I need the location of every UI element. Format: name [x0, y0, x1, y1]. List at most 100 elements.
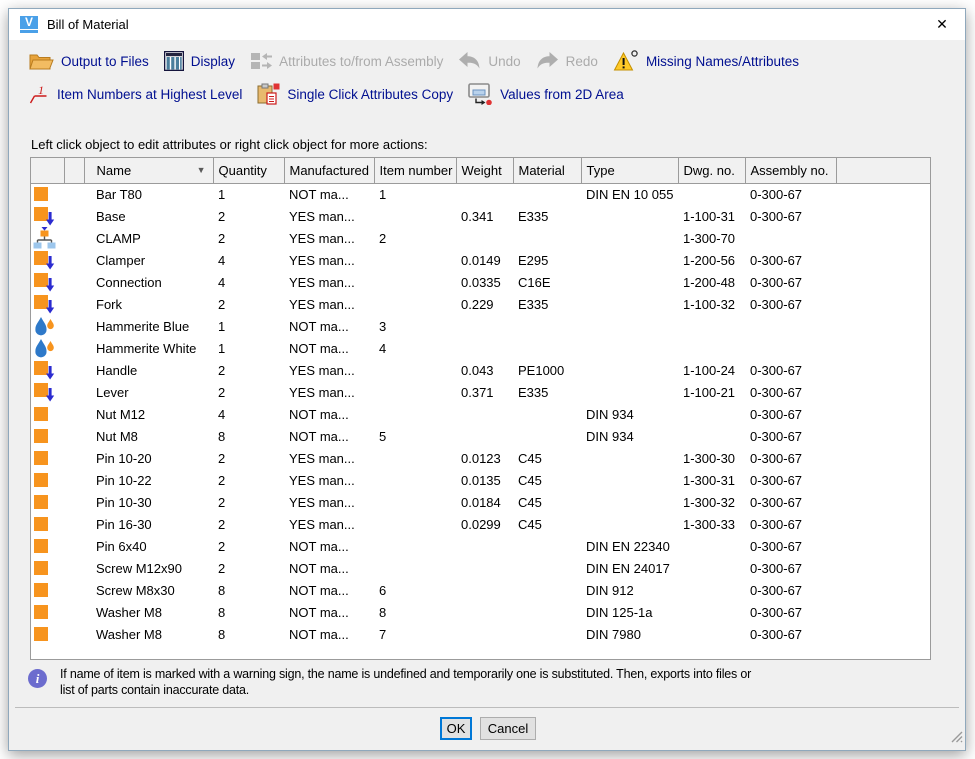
header-name[interactable]: Name ▼ — [84, 158, 213, 183]
values-from-2d-area-button[interactable]: Values from 2D Area — [468, 83, 624, 105]
cell-material — [513, 535, 581, 557]
table-row[interactable]: Connection 4 YES man... 0.0335 C16E 1-20… — [31, 271, 930, 293]
resize-grip[interactable] — [950, 730, 963, 748]
cell-name: Nut M12 — [84, 403, 213, 425]
cell-type: DIN 934 — [581, 425, 678, 447]
cell-trailing — [836, 601, 930, 623]
header-dwg-no[interactable]: Dwg. no. — [678, 158, 745, 183]
cell-manufactured: YES man... — [284, 469, 374, 491]
cell-material — [513, 315, 581, 337]
table-row[interactable]: Pin 6x40 2 NOT ma... DIN EN 22340 0-300-… — [31, 535, 930, 557]
table-row[interactable]: CLAMP 2 YES man... 2 1-300-70 — [31, 227, 930, 249]
cell-assembly-no: 0-300-67 — [745, 271, 836, 293]
cell-spacer — [64, 469, 84, 491]
table-row[interactable]: Washer M8 8 NOT ma... 7 DIN 7980 0-300-6… — [31, 623, 930, 645]
table-row[interactable]: Pin 10-20 2 YES man... 0.0123 C45 1-300-… — [31, 447, 930, 469]
header-icon-col — [31, 158, 64, 183]
cell-name: Lever — [84, 381, 213, 403]
cell-name: Pin 10-22 — [84, 469, 213, 491]
cancel-button[interactable]: Cancel — [480, 717, 536, 740]
assembly-icon — [31, 227, 64, 249]
table-row[interactable]: Handle 2 YES man... 0.043 PE1000 1-100-2… — [31, 359, 930, 381]
part-arrow-icon — [31, 249, 64, 271]
table-row[interactable]: Hammerite Blue 1 NOT ma... 3 — [31, 315, 930, 337]
undo-button[interactable]: Undo — [458, 51, 520, 71]
table-row[interactable]: Bar T80 1 NOT ma... 1 DIN EN 10 055 0-30… — [31, 183, 930, 205]
cell-manufactured: NOT ma... — [284, 315, 374, 337]
cell-spacer — [64, 205, 84, 227]
paint-icon — [31, 337, 64, 359]
item-numbers-highest-level-button[interactable]: 1 Item Numbers at Highest Level — [29, 83, 242, 105]
table-row[interactable]: Pin 16-30 2 YES man... 0.0299 C45 1-300-… — [31, 513, 930, 535]
table-row[interactable]: Nut M8 8 NOT ma... 5 DIN 934 0-300-67 — [31, 425, 930, 447]
part-icon — [31, 623, 64, 645]
part-icon — [31, 601, 64, 623]
part-icon — [31, 469, 64, 491]
svg-text:1: 1 — [38, 83, 44, 97]
table-row[interactable]: Nut M12 4 NOT ma... DIN 934 0-300-67 — [31, 403, 930, 425]
table-row[interactable]: Screw M12x90 2 NOT ma... DIN EN 24017 0-… — [31, 557, 930, 579]
cell-item-number: 6 — [374, 579, 456, 601]
table-row[interactable]: Screw M8x30 8 NOT ma... 6 DIN 912 0-300-… — [31, 579, 930, 601]
header-manufactured[interactable]: Manufactured — [284, 158, 374, 183]
cell-assembly-no: 0-300-67 — [745, 623, 836, 645]
title-bar[interactable]: V Bill of Material ✕ — [9, 9, 965, 40]
cell-trailing — [836, 403, 930, 425]
header-item-number[interactable]: Item number — [374, 158, 456, 183]
cell-weight: 0.0135 — [456, 469, 513, 491]
table-row[interactable]: Pin 10-30 2 YES man... 0.0184 C45 1-300-… — [31, 491, 930, 513]
cell-weight — [456, 579, 513, 601]
ok-button[interactable]: OK — [440, 717, 472, 740]
cell-assembly-no: 0-300-67 — [745, 513, 836, 535]
cell-assembly-no: 0-300-67 — [745, 579, 836, 601]
cell-quantity: 8 — [213, 601, 284, 623]
cell-type — [581, 469, 678, 491]
table-row[interactable]: Lever 2 YES man... 0.371 E335 1-100-21 0… — [31, 381, 930, 403]
cell-spacer — [64, 293, 84, 315]
cell-spacer — [64, 557, 84, 579]
cell-material — [513, 425, 581, 447]
header-type[interactable]: Type — [581, 158, 678, 183]
cell-quantity: 8 — [213, 623, 284, 645]
close-icon[interactable]: ✕ — [919, 9, 965, 40]
header-quantity[interactable]: Quantity — [213, 158, 284, 183]
cell-trailing — [836, 381, 930, 403]
cell-assembly-no: 0-300-67 — [745, 183, 836, 205]
cell-quantity: 2 — [213, 293, 284, 315]
part-icon — [31, 579, 64, 601]
cell-quantity: 2 — [213, 205, 284, 227]
table-row[interactable]: Clamper 4 YES man... 0.0149 E295 1-200-5… — [31, 249, 930, 271]
cell-type: DIN 912 — [581, 579, 678, 601]
cell-assembly-no — [745, 337, 836, 359]
cell-material: C45 — [513, 469, 581, 491]
header-material[interactable]: Material — [513, 158, 581, 183]
cell-dwg-no — [678, 315, 745, 337]
table-row[interactable]: Hammerite White 1 NOT ma... 4 — [31, 337, 930, 359]
header-assembly-no[interactable]: Assembly no. — [745, 158, 836, 183]
cell-spacer — [64, 271, 84, 293]
cell-material — [513, 579, 581, 601]
cell-dwg-no: 1-300-31 — [678, 469, 745, 491]
table-row[interactable]: Fork 2 YES man... 0.229 E335 1-100-32 0-… — [31, 293, 930, 315]
redo-button[interactable]: Redo — [536, 51, 598, 71]
table-row[interactable]: Pin 10-22 2 YES man... 0.0135 C45 1-300-… — [31, 469, 930, 491]
single-click-attributes-copy-button[interactable]: Single Click Attributes Copy — [257, 83, 453, 105]
cell-spacer — [64, 403, 84, 425]
display-button[interactable]: Display — [164, 51, 235, 71]
cell-trailing — [836, 557, 930, 579]
cell-dwg-no — [678, 403, 745, 425]
header-weight[interactable]: Weight — [456, 158, 513, 183]
cell-type — [581, 293, 678, 315]
cell-material — [513, 403, 581, 425]
attributes-assembly-button[interactable]: Attributes to/from Assembly — [250, 51, 443, 71]
table-row[interactable]: Base 2 YES man... 0.341 E335 1-100-31 0-… — [31, 205, 930, 227]
missing-names-button[interactable]: Missing Names/Attributes — [613, 50, 799, 72]
table-row[interactable]: Washer M8 8 NOT ma... 8 DIN 125-1a 0-300… — [31, 601, 930, 623]
output-to-files-button[interactable]: Output to Files — [29, 52, 149, 71]
cell-assembly-no: 0-300-67 — [745, 381, 836, 403]
cell-material: E335 — [513, 205, 581, 227]
cell-assembly-no: 0-300-67 — [745, 469, 836, 491]
cell-material: C45 — [513, 447, 581, 469]
cell-dwg-no: 1-100-24 — [678, 359, 745, 381]
cell-assembly-no: 0-300-67 — [745, 535, 836, 557]
